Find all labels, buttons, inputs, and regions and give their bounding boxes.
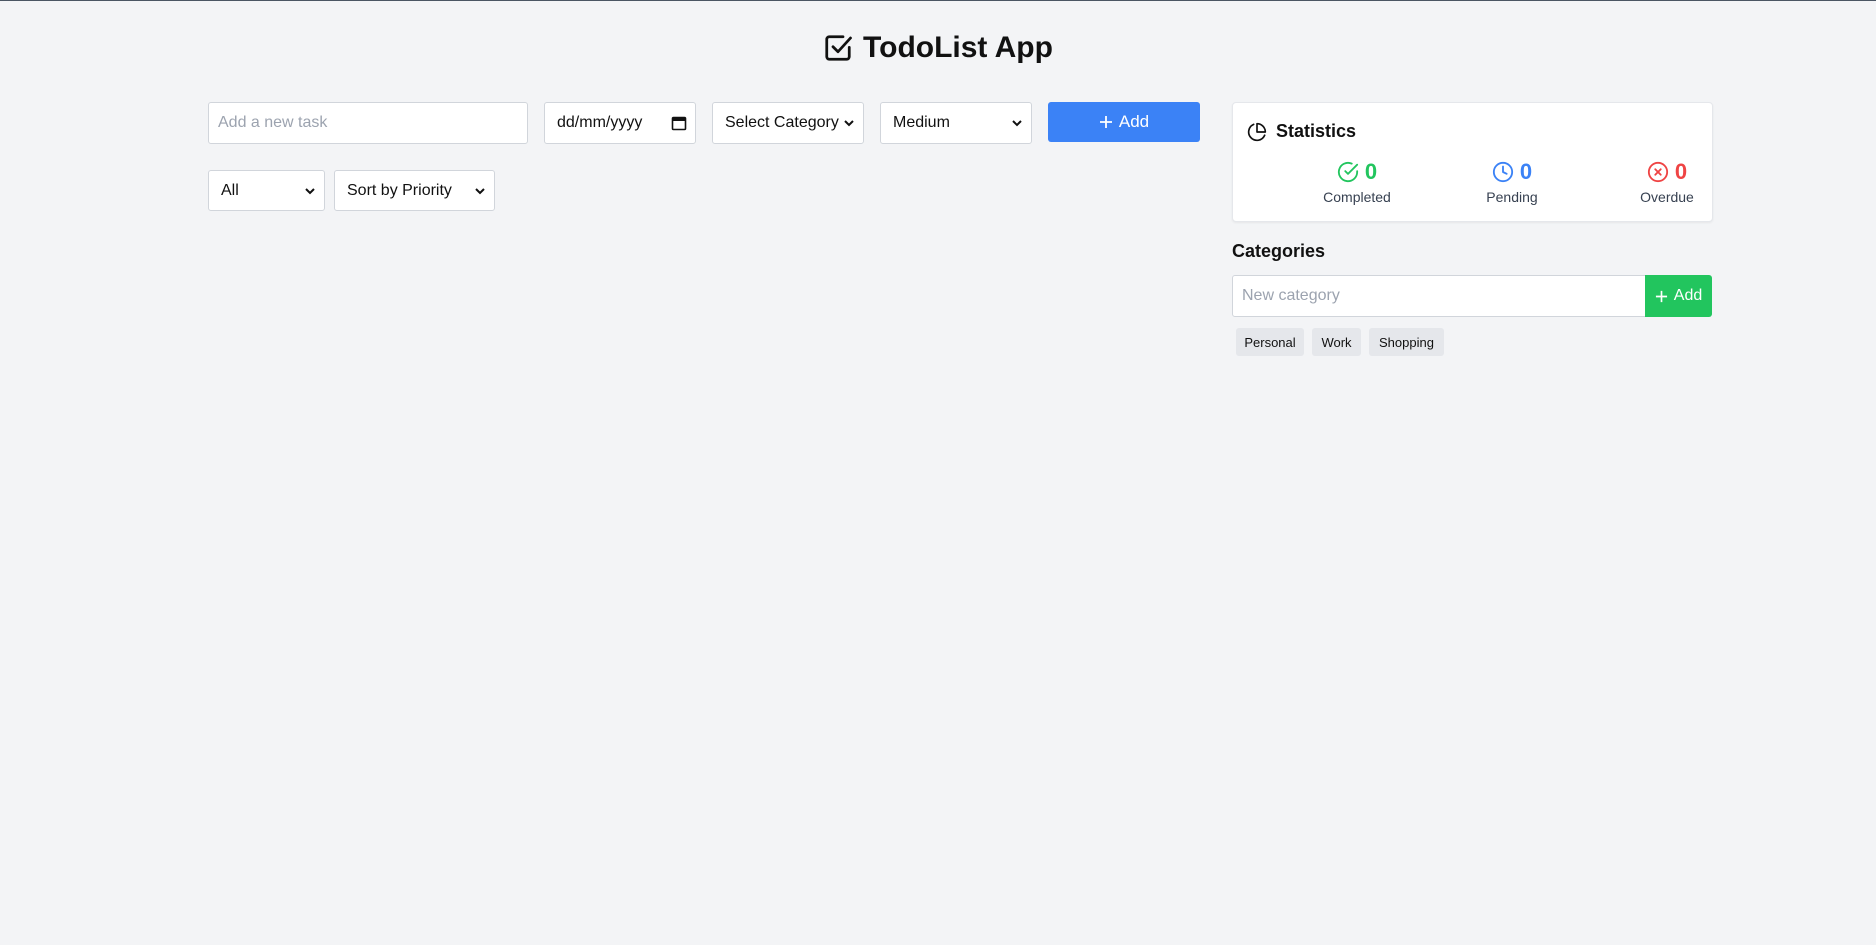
priority-select[interactable]: Medium	[880, 102, 1032, 144]
status-filter-select[interactable]: All	[208, 170, 325, 211]
due-date-input[interactable]: dd/mm/yyyy	[544, 102, 696, 144]
task-input[interactable]	[208, 102, 528, 144]
stat-overdue: 0 Overdue	[1597, 159, 1737, 205]
completed-label: Completed	[1323, 189, 1391, 205]
x-circle-icon	[1647, 161, 1668, 183]
calendar-icon	[671, 116, 687, 131]
add-task-label: Add	[1118, 112, 1150, 131]
page-title: TodoList App	[863, 31, 1053, 64]
category-input[interactable]	[1232, 275, 1646, 317]
category-chip-shopping[interactable]: Shopping	[1369, 328, 1444, 356]
clock-icon	[1492, 161, 1513, 183]
overdue-label: Overdue	[1640, 189, 1694, 205]
chevron-down-icon	[305, 187, 315, 194]
pie-chart-icon	[1247, 122, 1267, 141]
checkbox-icon	[825, 35, 852, 61]
statistics-card: Statistics 0 Completed 0 Pending 0 Overd…	[1232, 102, 1713, 222]
category-chip-personal[interactable]: Personal	[1236, 328, 1304, 356]
pending-label: Pending	[1486, 189, 1538, 205]
category-chip-work[interactable]: Work	[1312, 328, 1361, 356]
chevron-down-icon	[475, 187, 485, 194]
sort-select-value: Sort by Priority	[347, 181, 452, 199]
overdue-count: 0	[1674, 159, 1688, 184]
chevron-down-icon	[844, 120, 854, 127]
category-text-field[interactable]	[1242, 287, 1636, 305]
add-category-label: Add	[1673, 287, 1703, 304]
add-category-button[interactable]: Add	[1645, 275, 1712, 317]
stat-completed: 0 Completed	[1287, 159, 1427, 205]
plus-icon	[1655, 290, 1667, 302]
statistics-title: Statistics	[1276, 121, 1357, 141]
task-text-field[interactable]	[218, 114, 518, 132]
category-select[interactable]: Select Category	[712, 102, 864, 144]
plus-icon	[1099, 116, 1112, 128]
pending-count: 0	[1519, 159, 1533, 184]
sort-select[interactable]: Sort by Priority	[334, 170, 495, 211]
date-placeholder: dd/mm/yyyy	[557, 114, 643, 131]
completed-count: 0	[1364, 159, 1378, 184]
app-header: TodoList App	[0, 31, 1876, 65]
add-task-button[interactable]: Add	[1048, 102, 1200, 142]
category-select-value: Select Category	[725, 114, 839, 131]
check-circle-icon	[1337, 161, 1358, 183]
status-filter-value: All	[221, 181, 239, 199]
stat-pending: 0 Pending	[1442, 159, 1582, 205]
statistics-header: Statistics	[1247, 121, 1356, 142]
chevron-down-icon	[1012, 120, 1022, 127]
priority-select-value: Medium	[893, 114, 950, 131]
categories-title: Categories	[1232, 241, 1326, 261]
